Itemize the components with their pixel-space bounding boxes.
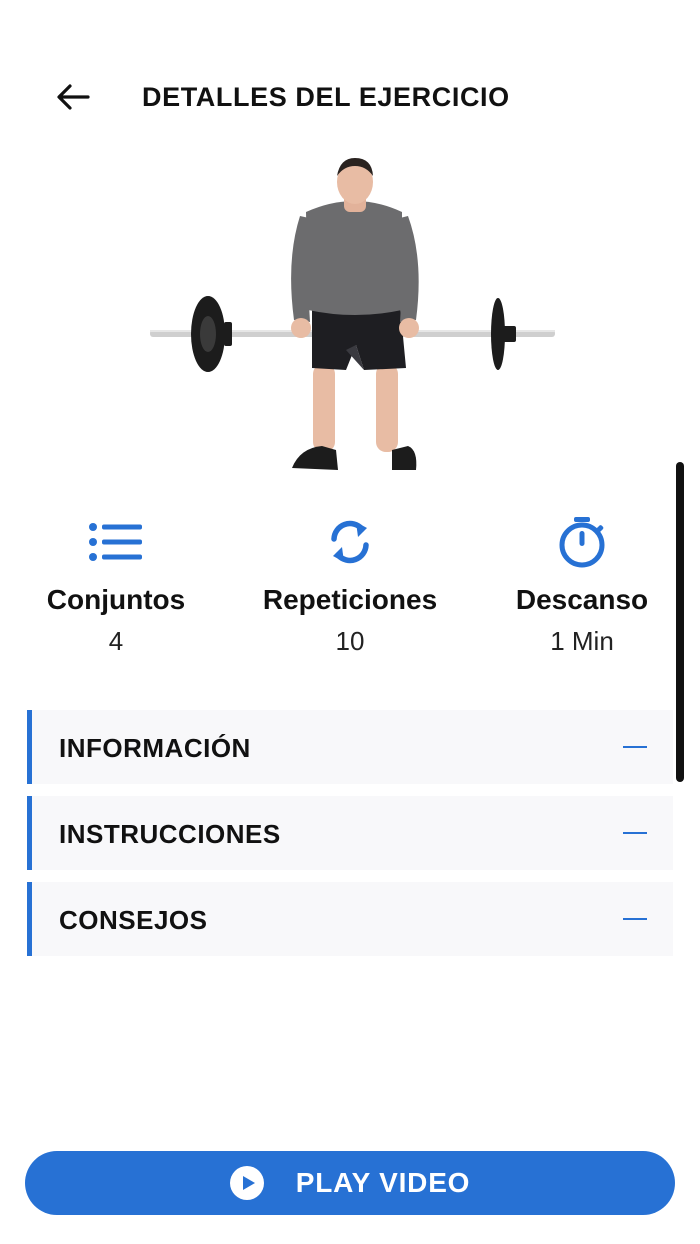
section-informacion[interactable]: INFORMACIÓN bbox=[27, 710, 673, 784]
top-bar: DETALLES DEL EJERCICIO bbox=[0, 60, 700, 136]
stat-label: Conjuntos bbox=[46, 584, 186, 615]
stat-value: 4 bbox=[108, 626, 124, 656]
page-title: DETALLES DEL EJERCICIO bbox=[142, 82, 510, 112]
play-video-button[interactable]: PLAY VIDEO bbox=[25, 1151, 675, 1215]
section-instrucciones[interactable]: INSTRUCCIONES bbox=[27, 796, 673, 870]
exercise-stats: Conjuntos 4 Repeticiones 10 Descanso 1 M… bbox=[0, 500, 700, 670]
play-circle-icon bbox=[229, 1166, 264, 1200]
section-title: INFORMACIÓN bbox=[59, 733, 251, 763]
arrow-left-icon bbox=[57, 84, 90, 110]
section-title: CONSEJOS bbox=[59, 905, 208, 935]
stat-reps: Repeticiones 10 bbox=[235, 500, 465, 657]
list-icon bbox=[1, 500, 231, 584]
repeat-icon bbox=[235, 500, 465, 584]
stat-value: 10 bbox=[335, 626, 365, 656]
stopwatch-icon bbox=[467, 500, 697, 584]
stat-sets: Conjuntos 4 bbox=[1, 500, 231, 657]
stat-value: 1 Min bbox=[550, 626, 614, 656]
stat-label: Repeticiones bbox=[262, 584, 438, 615]
back-button[interactable] bbox=[50, 74, 96, 120]
scrollbar[interactable] bbox=[676, 462, 684, 782]
minus-icon[interactable] bbox=[623, 918, 647, 920]
stat-rest: Descanso 1 Min bbox=[467, 500, 697, 657]
play-video-label: PLAY VIDEO bbox=[295, 1167, 471, 1198]
minus-icon[interactable] bbox=[623, 746, 647, 748]
stat-label: Descanso bbox=[515, 584, 649, 615]
section-consejos[interactable]: CONSEJOS bbox=[27, 882, 673, 956]
section-title: INSTRUCCIONES bbox=[59, 819, 281, 849]
minus-icon[interactable] bbox=[623, 832, 647, 834]
exercise-image bbox=[140, 150, 570, 480]
